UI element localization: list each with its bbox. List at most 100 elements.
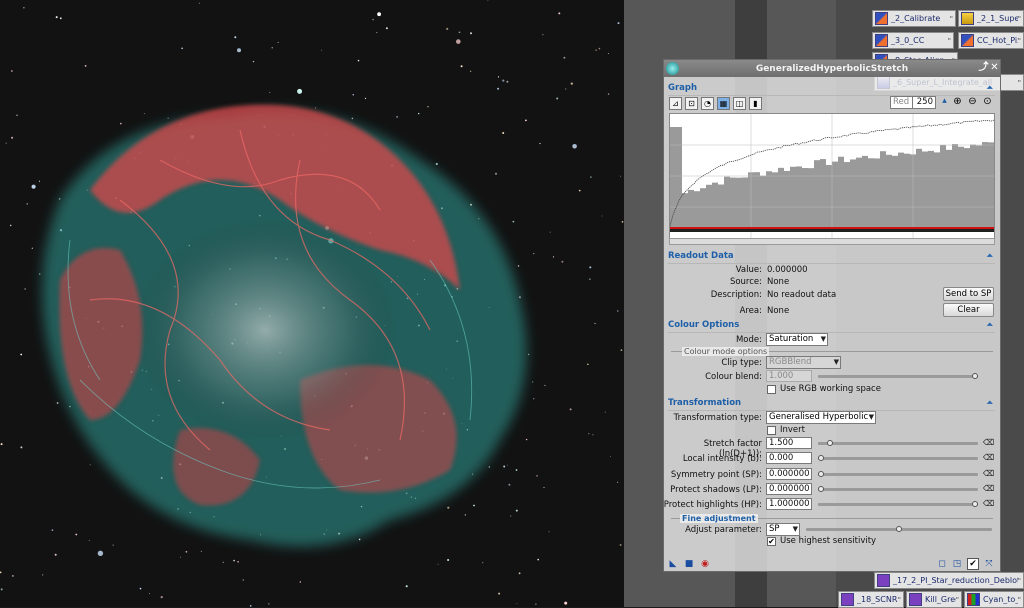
histogram-bar <box>934 152 940 227</box>
zoom-in-icon[interactable]: ⊕ <box>951 96 964 109</box>
collapse-icon[interactable]: ⏶ <box>987 398 993 408</box>
reset-icon[interactable]: ⌫ <box>983 484 994 494</box>
star <box>181 47 183 50</box>
protect-shadows-field[interactable]: 0.000000 <box>766 483 812 495</box>
zoom-fit-icon[interactable]: ⊙ <box>981 96 994 109</box>
use-highest-sensitivity-checkbox[interactable]: ✔ <box>767 537 776 546</box>
stretch-graph[interactable] <box>669 113 995 239</box>
dialog-titlebar[interactable]: GeneralizedHyperbolicStretch ⤴ ✕ <box>664 60 1000 77</box>
reset-icon[interactable]: ⌫ <box>983 469 994 479</box>
star <box>447 559 450 561</box>
apply-global-icon[interactable]: ■ <box>684 559 694 569</box>
invert-checkbox[interactable] <box>767 426 776 435</box>
slider-knob[interactable] <box>972 501 978 507</box>
fine-adjust-slider[interactable] <box>806 526 992 532</box>
process-icon[interactable]: _2_Calibrate " <box>872 10 956 27</box>
reset-icon[interactable]: ⌫ <box>983 499 994 509</box>
close-icon[interactable]: ✕ <box>989 62 1000 74</box>
graph-tool-bars-icon[interactable]: ▮ <box>749 97 762 110</box>
local-intensity-field[interactable]: 0.000 <box>766 452 812 464</box>
process-icon[interactable]: CC_Hot_Pixel" <box>958 32 1024 49</box>
readout-section-header[interactable]: Readout Data ⏶ <box>668 251 995 264</box>
collapse-icon[interactable]: ⏶ <box>987 251 993 261</box>
transformation-type-select[interactable]: Generalised Hyperbolic ▼ <box>766 411 876 424</box>
star <box>364 97 367 99</box>
send-to-sp-button[interactable]: Send to SP <box>943 287 994 301</box>
apply-checkmark-icon[interactable]: ✔ <box>967 558 979 570</box>
protect-shadows-slider[interactable] <box>818 486 978 492</box>
collapse-icon[interactable]: ⏶ <box>987 320 993 330</box>
use-rgb-working-space-checkbox[interactable] <box>767 385 776 394</box>
reset-all-icon[interactable]: ⤧ <box>984 559 994 569</box>
real-time-preview-icon[interactable]: ◉ <box>700 559 710 569</box>
process-icon[interactable]: _3_0_CC " <box>872 32 954 49</box>
local-intensity-slider[interactable] <box>818 455 978 461</box>
histogram-bar <box>976 145 982 227</box>
image-viewport[interactable] <box>0 0 624 607</box>
graph-scrollbar[interactable] <box>669 238 995 245</box>
zoom-out-icon[interactable]: ⊖ <box>966 96 979 109</box>
area-text: None <box>767 306 790 316</box>
reset-icon[interactable]: ⌫ <box>983 438 994 448</box>
star <box>31 247 33 249</box>
protect-highlights-slider[interactable] <box>818 501 978 507</box>
process-icon[interactable]: Kill_Green" <box>906 591 962 608</box>
slider-knob[interactable] <box>896 526 902 532</box>
graph-tool-grid-icon[interactable]: ▦ <box>717 97 730 110</box>
star <box>592 434 594 436</box>
colour-blend-slider[interactable] <box>818 373 978 379</box>
clip-type-label: Clip type: <box>721 358 762 368</box>
star <box>548 531 550 533</box>
clear-button[interactable]: Clear <box>943 303 994 317</box>
star <box>620 175 622 177</box>
clip-type-select[interactable]: RGBBlend ▼ <box>766 356 841 369</box>
zoom-field[interactable]: 250 <box>912 96 936 109</box>
histogram-bar <box>778 167 784 227</box>
stretch-factor-field[interactable]: 1.500 <box>766 437 812 449</box>
slider-knob[interactable] <box>972 373 978 379</box>
star <box>268 603 270 605</box>
histogram-bar <box>922 151 928 227</box>
symmetry-point-slider[interactable] <box>818 471 978 477</box>
colour-options-section-header[interactable]: Colour Options ⏶ <box>668 320 995 333</box>
process-icon-glyph <box>841 593 854 606</box>
graph-tool-log-icon[interactable]: ⊡ <box>685 97 698 110</box>
star <box>237 48 241 53</box>
histogram-bar <box>946 149 952 227</box>
graph-tool-linear-icon[interactable]: ⊿ <box>669 97 682 110</box>
slider-knob[interactable] <box>818 455 824 461</box>
star <box>610 456 611 457</box>
histogram-bar <box>718 184 724 227</box>
protect-highlights-field[interactable]: 1.000000 <box>766 498 812 510</box>
graph-tool-curve-icon[interactable]: ◔ <box>701 97 714 110</box>
star <box>617 22 620 25</box>
shade-icon[interactable]: ⤴ <box>978 62 989 74</box>
histogram-bar <box>844 162 850 227</box>
histogram-bar <box>670 127 676 227</box>
slider-knob[interactable] <box>818 486 824 492</box>
graph-tool-histogram-icon[interactable]: ◫ <box>733 97 746 110</box>
adjust-parameter-select[interactable]: SP ▼ <box>766 523 800 536</box>
star <box>543 486 545 488</box>
graph-section-header[interactable]: Graph ⏶ <box>668 83 995 96</box>
new-instance-icon[interactable]: ◣ <box>668 559 678 569</box>
process-icon[interactable]: _17_2_PI_Star_reduction_Deblote1 " <box>874 572 1024 589</box>
process-icon[interactable]: Cyan_to_Bl" <box>964 591 1024 608</box>
slider-knob[interactable] <box>818 471 824 477</box>
track-view-icon[interactable]: ◳ <box>952 559 962 569</box>
mode-select[interactable]: Saturation ▼ <box>766 333 828 346</box>
stretch-factor-slider[interactable] <box>818 440 978 446</box>
process-icon[interactable]: _18_SCNR2" <box>838 591 904 608</box>
zoom-spin-icon[interactable]: ▴ <box>938 96 951 109</box>
star <box>542 34 544 36</box>
histogram-bar <box>952 144 958 227</box>
process-icon[interactable]: _2_1_Superbi" <box>958 10 1024 27</box>
collapse-icon[interactable]: ⏶ <box>987 83 993 93</box>
colour-blend-field[interactable]: 1.000 <box>766 370 812 382</box>
dialog-title: GeneralizedHyperbolicStretch <box>755 63 909 74</box>
reset-icon[interactable]: ⌫ <box>983 453 994 463</box>
star <box>617 310 619 312</box>
transformation-section-header[interactable]: Transformation ⏶ <box>668 398 995 411</box>
symmetry-point-field[interactable]: 0.000000 <box>766 468 812 480</box>
browse-documentation-icon[interactable]: ◻ <box>937 559 947 569</box>
